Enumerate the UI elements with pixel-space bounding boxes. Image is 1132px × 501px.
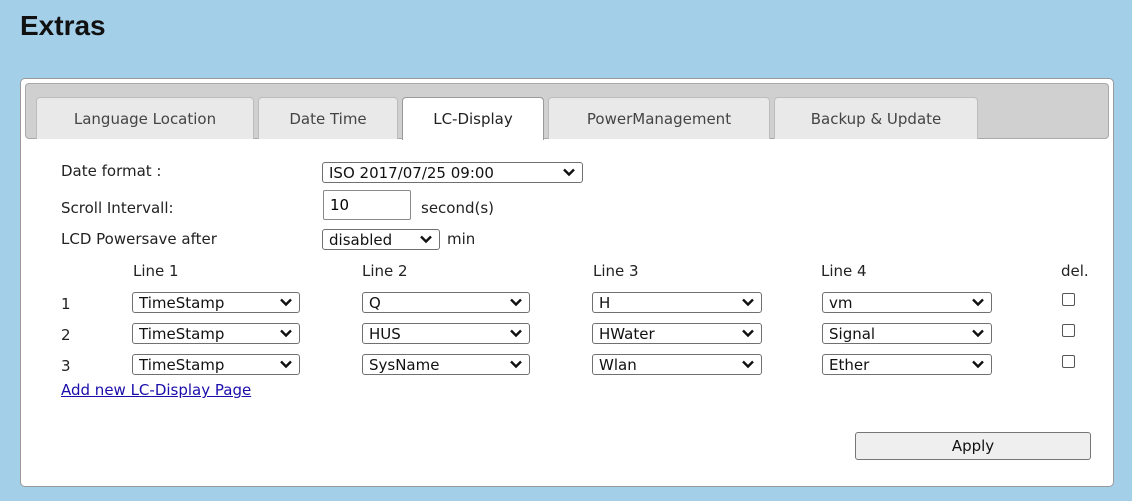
line-select[interactable]: Q (362, 292, 530, 313)
line-select-value: HWater (599, 324, 655, 343)
tab-lc-display[interactable]: LC-Display (402, 97, 544, 140)
header-delete: del. (1061, 262, 1089, 280)
tab-power-management[interactable]: PowerManagement (548, 97, 770, 139)
line-select-value: TimeStamp (139, 355, 225, 374)
chevron-down-icon (739, 329, 757, 338)
chevron-down-icon (739, 298, 757, 307)
line-select[interactable]: HWater (592, 323, 762, 344)
line-select-value: Signal (829, 324, 876, 343)
extras-panel: Language Location Date Time LC-Display P… (20, 78, 1114, 487)
powersave-label: LCD Powersave after (61, 230, 217, 248)
line-select[interactable]: TimeStamp (132, 292, 300, 313)
chevron-down-icon (277, 298, 295, 307)
tab-backup-update[interactable]: Backup & Update (774, 97, 978, 139)
chevron-down-icon (277, 329, 295, 338)
line-select-value: SysName (369, 355, 440, 374)
line-select-value: TimeStamp (139, 324, 225, 343)
powersave-value: disabled (329, 230, 393, 249)
line-select[interactable]: TimeStamp (132, 323, 300, 344)
chevron-down-icon (969, 298, 987, 307)
line-select-value: HUS (369, 324, 401, 343)
line-select[interactable]: SysName (362, 354, 530, 375)
app-frame: Extras Language Location Date Time LC-Di… (0, 0, 1132, 501)
chevron-down-icon (969, 329, 987, 338)
line-select[interactable]: Signal (822, 323, 992, 344)
line-select-value: Q (369, 293, 381, 312)
apply-button[interactable]: Apply (855, 432, 1091, 460)
chevron-down-icon (739, 360, 757, 369)
line-select[interactable]: H (592, 292, 762, 313)
add-lc-display-page-link[interactable]: Add new LC-Display Page (61, 381, 251, 399)
tab-language-location[interactable]: Language Location (36, 97, 254, 139)
chevron-down-icon (969, 360, 987, 369)
line-select[interactable]: TimeStamp (132, 354, 300, 375)
header-line-4: Line 4 (821, 262, 867, 280)
chevron-down-icon (507, 298, 525, 307)
chevron-down-icon (417, 235, 435, 244)
chevron-down-icon (560, 168, 578, 177)
row-number: 1 (61, 295, 71, 313)
tab-date-time[interactable]: Date Time (258, 97, 398, 139)
header-line-3: Line 3 (593, 262, 639, 280)
line-select[interactable]: vm (822, 292, 992, 313)
delete-checkbox[interactable] (1062, 355, 1075, 368)
chevron-down-icon (507, 360, 525, 369)
line-select-value: TimeStamp (139, 293, 225, 312)
page-title: Extras (20, 10, 106, 41)
line-select-value: Ether (829, 355, 870, 374)
delete-checkbox[interactable] (1062, 293, 1075, 306)
line-select[interactable]: Wlan (592, 354, 762, 375)
scroll-interval-label: Scroll Intervall: (61, 199, 174, 217)
date-format-value: ISO 2017/07/25 09:00 (329, 163, 494, 182)
line-select-value: vm (829, 293, 853, 312)
line-select[interactable]: HUS (362, 323, 530, 344)
powersave-select[interactable]: disabled (322, 229, 440, 250)
line-select-value: H (599, 293, 611, 312)
date-format-select[interactable]: ISO 2017/07/25 09:00 (322, 162, 583, 183)
chevron-down-icon (507, 329, 525, 338)
scroll-interval-input[interactable] (323, 190, 411, 220)
header-line-1: Line 1 (133, 262, 179, 280)
row-number: 3 (61, 357, 71, 375)
header-line-2: Line 2 (362, 262, 408, 280)
date-format-label: Date format : (61, 162, 162, 180)
line-select[interactable]: Ether (822, 354, 992, 375)
powersave-unit: min (447, 230, 476, 248)
tab-bar: Language Location Date Time LC-Display P… (25, 83, 1109, 140)
scroll-interval-unit: second(s) (421, 199, 495, 217)
chevron-down-icon (277, 360, 295, 369)
delete-checkbox[interactable] (1062, 324, 1075, 337)
row-number: 2 (61, 326, 71, 344)
line-select-value: Wlan (599, 355, 637, 374)
